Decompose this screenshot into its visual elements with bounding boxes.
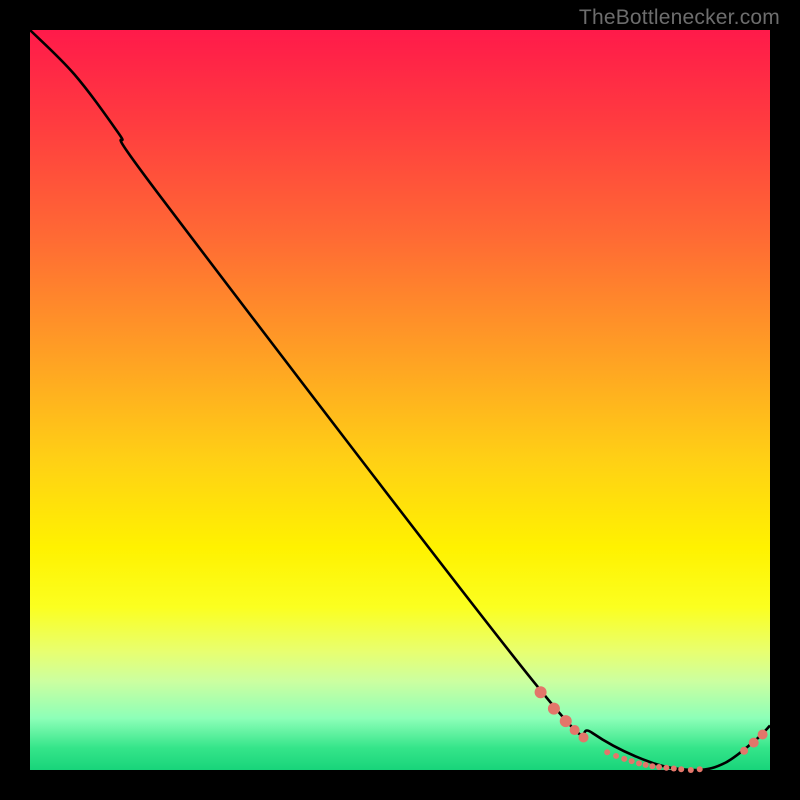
chart-marker — [604, 749, 610, 755]
chart-marker — [621, 756, 627, 762]
chart-svg — [30, 30, 770, 770]
chart-marker — [535, 686, 547, 698]
chart-marker — [671, 766, 677, 772]
chart-stage: TheBottlenecker.com — [0, 0, 800, 800]
source-caption: TheBottlenecker.com — [579, 6, 780, 30]
chart-marker — [688, 767, 694, 773]
chart-marker — [749, 738, 759, 748]
chart-marker — [697, 766, 703, 772]
bottleneck-curve — [30, 30, 770, 770]
chart-markers — [535, 686, 768, 773]
plot-area — [30, 30, 770, 770]
chart-marker — [548, 703, 560, 715]
chart-marker — [629, 758, 635, 764]
chart-marker — [643, 762, 649, 768]
chart-marker — [560, 715, 572, 727]
chart-marker — [656, 764, 662, 770]
chart-marker — [740, 747, 748, 755]
chart-marker — [678, 766, 684, 772]
chart-marker — [636, 760, 642, 766]
chart-marker — [579, 732, 589, 742]
chart-marker — [758, 729, 768, 739]
chart-marker — [613, 753, 619, 759]
chart-marker — [570, 725, 580, 735]
chart-marker — [663, 765, 669, 771]
chart-marker — [649, 763, 655, 769]
